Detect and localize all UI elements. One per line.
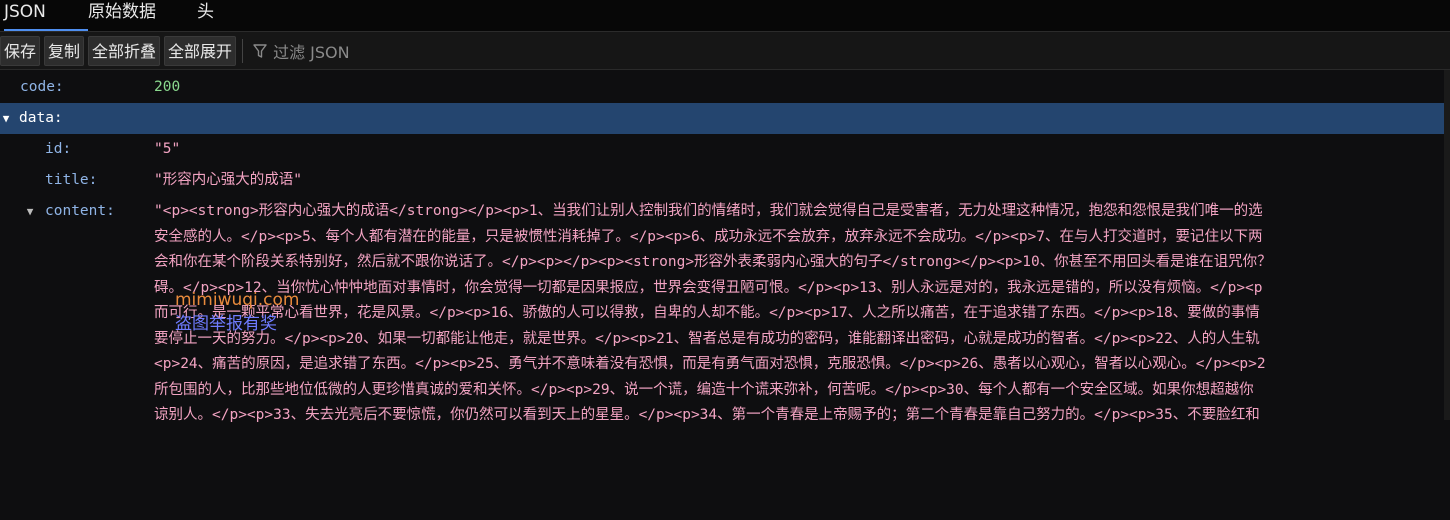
content-line: 谅别人。</p><p>33、失去光亮后不要惊慌，你仍然可以看到天上的星星。</p…: [154, 407, 1260, 423]
content-line: 会和你在某个阶段关系特别好，然后就不跟你说话了。</p><p></p><p><s…: [154, 254, 1272, 270]
tree-row-content[interactable]: ▼ content: "<p><strong>形容内心强大的成语</strong…: [0, 196, 1450, 426]
scrollbar-track[interactable]: [1444, 70, 1450, 420]
tree-row-title[interactable]: title: "形容内心强大的成语": [0, 165, 1450, 196]
filter-input[interactable]: 过滤 JSON: [253, 36, 350, 66]
value-code: 200: [154, 79, 181, 95]
value-content: "<p><strong>形容内心强大的成语</strong></p><p>1、当…: [154, 196, 1450, 429]
copy-button[interactable]: 复制: [44, 35, 85, 66]
content-line: 要停止一天的努力。</p><p>20、如果一切都能让他走，就是世界。</p><p…: [154, 330, 1260, 347]
content-line: 碍。</p><p>12、当你忧心忡忡地面对事情时，你会觉得一切都是因果报应，世界…: [154, 279, 1263, 296]
tree-row-code[interactable]: code: 200: [0, 72, 1450, 103]
key-id: id:: [45, 141, 72, 157]
expand-arrow-icon[interactable]: ▼: [0, 103, 12, 134]
expand-all-button[interactable]: 全部展开: [164, 35, 237, 66]
tab-headers[interactable]: 头: [197, 0, 237, 29]
toolbar: 保存 复制 全部折叠 全部展开 过滤 JSON: [0, 32, 1450, 70]
key-code: code:: [20, 79, 64, 95]
save-button[interactable]: 保存: [0, 35, 41, 66]
key-title: title:: [45, 172, 98, 188]
json-tree: code: 200 ▼ data: id: "5" title: "形容内心强大…: [0, 72, 1450, 426]
content-line: 所包围的人，比那些地位低微的人更珍惜真诚的爱和关怀。</p><p>29、说一个谎…: [154, 381, 1254, 398]
filter-icon: [253, 43, 267, 58]
key-data: data:: [19, 110, 63, 126]
filter-placeholder: 过滤 JSON: [273, 42, 350, 62]
toolbar-divider: [242, 38, 244, 63]
value-id: "5": [154, 141, 181, 157]
content-line: <p>24、痛苦的原因，是追求错了东西。</p><p>25、勇气并不意味着没有恐…: [154, 356, 1266, 372]
tab-raw-data[interactable]: 原始数据: [88, 0, 197, 29]
value-title: "形容内心强大的成语": [154, 172, 302, 188]
tree-row-data[interactable]: ▼ data:: [0, 103, 1450, 134]
tab-bar: JSON 原始数据 头: [0, 0, 1450, 32]
expand-arrow-icon[interactable]: ▼: [24, 196, 36, 227]
collapse-all-button[interactable]: 全部折叠: [88, 35, 161, 66]
content-line: "<p><strong>形容内心强大的成语</strong></p><p>1、当…: [154, 203, 1263, 219]
content-line: 而可行。是一颗平常心看世界，花是风景。</p><p>16、骄傲的人可以得救，自卑…: [154, 305, 1260, 321]
content-line: 安全感的人。</p><p>5、每个人都有潜在的能量，只是被惯性消耗掉了。</p>…: [154, 228, 1263, 245]
tree-row-id[interactable]: id: "5": [0, 134, 1450, 165]
tab-json[interactable]: JSON: [4, 0, 88, 31]
key-content: content:: [45, 203, 115, 219]
